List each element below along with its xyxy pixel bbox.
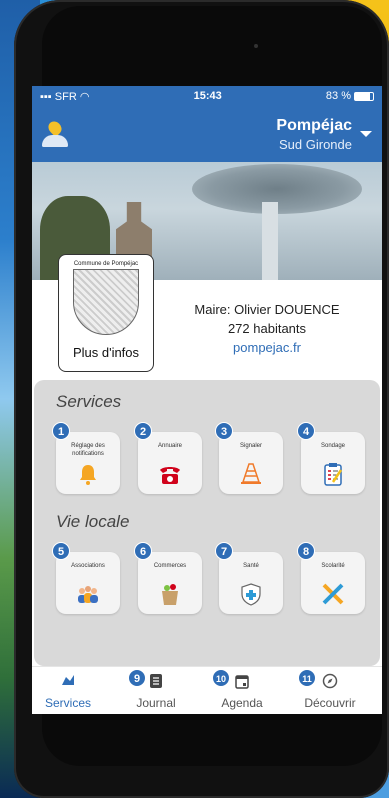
battery-status: 83 % xyxy=(326,90,374,102)
traffic-cone-icon xyxy=(241,463,261,484)
wifi-icon: ◠ xyxy=(79,90,90,103)
tile-associations[interactable]: Associations xyxy=(56,552,120,614)
tile-health[interactable]: Santé xyxy=(219,552,283,614)
town-name: Pompéjac xyxy=(276,116,352,134)
tile-label: Commerces xyxy=(153,563,187,569)
tile-label: Santé xyxy=(243,563,259,569)
bottom-tab-bar: Services 9 Journal 10 Agenda 11 Découvri… xyxy=(32,666,382,714)
website-link[interactable]: pompejac.fr xyxy=(162,338,372,357)
badge-8: 8 xyxy=(297,542,315,560)
town-crest-card[interactable]: Commune de Pompéjac Plus d'infos xyxy=(58,254,154,372)
town-crest-emblem xyxy=(73,269,139,335)
tab-label: Agenda xyxy=(221,696,263,710)
signal-icon: ▪▪▪ xyxy=(40,90,55,103)
chevron-down-icon[interactable] xyxy=(360,131,372,137)
mayor-name: Maire: Olivier DOUENCE xyxy=(194,302,340,317)
badge-1: 1 xyxy=(52,422,70,440)
health-shield-icon xyxy=(241,583,261,606)
tile-shops[interactable]: Commerces xyxy=(138,552,202,614)
carrier: ▪▪▪ SFR ◠ xyxy=(40,90,90,103)
mayor-info: Maire: Olivier DOUENCE 272 habitants pom… xyxy=(162,300,372,357)
app-screen: ▪▪▪ SFR ◠ 15:43 83 % Pompéjac Sud Girond… xyxy=(32,86,382,714)
app-header: Pompéjac Sud Gironde xyxy=(32,106,382,162)
tile-school[interactable]: Scolarité xyxy=(301,552,365,614)
badge-2: 2 xyxy=(134,422,152,440)
phone-icon xyxy=(160,467,180,484)
badge-5: 5 xyxy=(52,542,70,560)
tab-label: Journal xyxy=(136,696,176,710)
app-logo[interactable] xyxy=(42,118,68,147)
clock: 15:43 xyxy=(193,90,222,102)
battery-icon xyxy=(354,91,374,101)
pencil-ruler-icon xyxy=(322,583,344,605)
calendar-icon xyxy=(235,675,249,689)
badge-9: 9 xyxy=(128,669,146,687)
section-title-services: Services xyxy=(56,392,122,411)
tile-label: Signaler xyxy=(239,443,262,449)
tile-label: Annuaire xyxy=(157,443,183,449)
tile-label: Réglage des notifications xyxy=(71,443,105,457)
badge-10: 10 xyxy=(212,669,230,687)
camera-dot xyxy=(254,44,258,48)
tile-directory[interactable]: Annuaire xyxy=(138,432,202,494)
section-title-local: Vie locale xyxy=(56,512,130,531)
more-info-link[interactable]: Plus d'infos xyxy=(59,345,153,360)
services-icon xyxy=(62,675,74,685)
status-bar: ▪▪▪ SFR ◠ 15:43 83 % xyxy=(32,86,382,106)
bell-icon xyxy=(80,465,96,485)
journal-icon xyxy=(150,674,162,688)
tile-notifications[interactable]: Réglage des notifications xyxy=(56,432,120,494)
town-region: Sud Gironde xyxy=(279,136,352,152)
badge-6: 6 xyxy=(134,542,152,560)
badge-3: 3 xyxy=(215,422,233,440)
tab-label: Découvrir xyxy=(304,696,356,710)
tab-label: Services xyxy=(44,696,91,710)
tile-survey[interactable]: Sondage xyxy=(301,432,365,494)
tab-services[interactable]: Services xyxy=(32,673,108,710)
compass-icon xyxy=(322,673,338,689)
badge-4: 4 xyxy=(297,422,315,440)
town-selector[interactable]: Pompéjac Sud Gironde xyxy=(276,117,372,152)
crest-name: Commune de Pompéjac xyxy=(73,261,139,267)
badge-11: 11 xyxy=(298,669,316,687)
tile-label: Scolarité xyxy=(321,563,345,569)
survey-icon xyxy=(324,463,343,486)
tile-report[interactable]: Signaler xyxy=(219,432,283,494)
services-panel: Services 1 Réglage des notifications 2 A… xyxy=(34,380,380,666)
tile-label: Associations xyxy=(71,563,105,569)
badge-7: 7 xyxy=(215,542,233,560)
people-icon xyxy=(78,586,98,603)
grocery-bag-icon xyxy=(162,584,178,605)
inhabitants-count: 272 habitants xyxy=(227,321,307,336)
tile-label: Sondage xyxy=(320,443,346,449)
